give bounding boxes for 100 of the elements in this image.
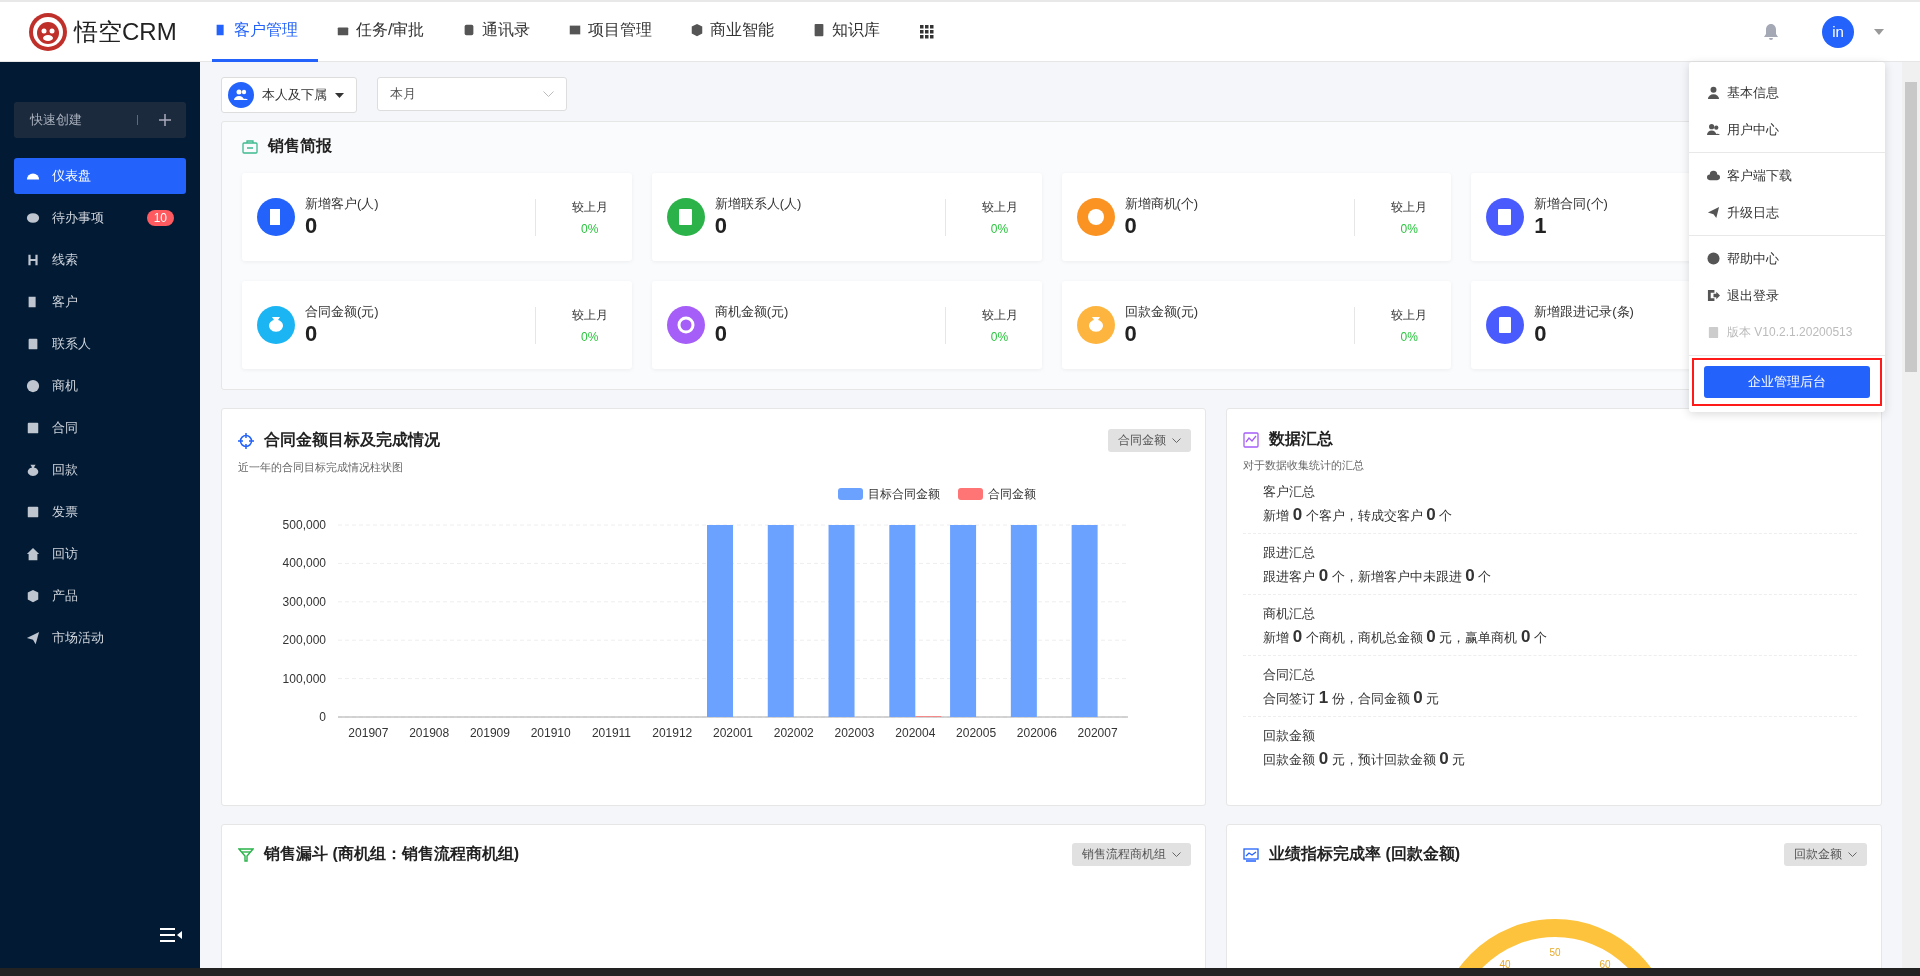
stat-label: 新增联系人(人): [714, 195, 802, 213]
stat-value: 0: [1124, 213, 1137, 239]
stat-label: 新增跟进记录(条): [1534, 303, 1634, 321]
sidebar-item[interactable]: 回款: [14, 452, 186, 488]
x-tick-label: 201909: [469, 726, 510, 740]
logout-icon: [1707, 289, 1720, 302]
stat-value: 0: [714, 213, 727, 239]
logo-text: 悟空CRM: [74, 16, 177, 47]
sidebar-item[interactable]: 商机: [14, 368, 186, 404]
menu-item[interactable]: 退出登录: [1689, 277, 1885, 314]
group-dropdown[interactable]: 销售流程商机组: [1072, 843, 1191, 866]
metric-dropdown[interactable]: 合同金额: [1108, 429, 1191, 452]
legend-swatch[interactable]: [838, 488, 863, 500]
scrollbar[interactable]: [1902, 62, 1920, 968]
money-bag-icon: [26, 463, 40, 477]
nav-tab[interactable]: 客户管理: [212, 1, 318, 62]
stat-value: 0: [1534, 321, 1547, 347]
sidebar-item[interactable]: 客户: [14, 284, 186, 320]
apps-grid-icon[interactable]: [920, 24, 935, 39]
nav-tab[interactable]: 项目管理: [566, 1, 673, 62]
home-icon: [26, 547, 40, 561]
stat-value: 0: [1124, 321, 1137, 347]
compare-value: 0%: [581, 329, 599, 344]
section-title: 数据汇总: [1269, 429, 1333, 449]
chevron-down-icon: [1848, 852, 1857, 857]
sidebar-item[interactable]: 合同: [14, 410, 186, 446]
nav-tab[interactable]: 任务/审批: [334, 1, 445, 62]
chevron-down-icon: [1172, 438, 1181, 443]
section-title: 业绩指标完成率 (回款金额): [1269, 844, 1461, 864]
compare-label: 较上月: [571, 198, 608, 216]
y-tick-label: 100,000: [282, 671, 326, 686]
stat-value: 0: [305, 321, 318, 347]
legend-label: 目标合同金额: [868, 487, 940, 501]
metric-dropdown[interactable]: 回款金额: [1784, 843, 1867, 866]
sidebar-item[interactable]: 仪表盘: [14, 158, 186, 194]
y-tick-label: 200,000: [282, 633, 326, 648]
compare-value: 0%: [990, 221, 1009, 236]
section-title: 销售简报: [268, 136, 332, 156]
quick-create-button[interactable]: 快速创建: [14, 102, 186, 138]
user-avatar[interactable]: in: [1822, 15, 1854, 48]
menu-item[interactable]: 帮助中心: [1689, 240, 1885, 277]
chevron-down-icon: [543, 91, 554, 97]
stat-label: 新增合同(个): [1534, 195, 1608, 213]
section-title: 销售漏斗 (商机组：销售流程商机组): [264, 844, 520, 864]
period-select[interactable]: 本月: [377, 77, 567, 111]
menu-item[interactable]: 用户中心: [1689, 111, 1885, 148]
gauge-label: 60: [1599, 959, 1611, 968]
menu-item[interactable]: 客户端下载: [1689, 157, 1885, 194]
summary-text: 合同签订 1 份，合同金额 0 元: [1263, 688, 1441, 708]
x-tick-label: 201910: [530, 726, 571, 740]
stat-label: 合同金额(元): [305, 303, 379, 321]
nav-tab[interactable]: 知识库: [810, 1, 901, 62]
nav-tab[interactable]: 商业智能: [688, 1, 795, 62]
chart-board-icon: [1243, 847, 1259, 862]
monkey-logo-icon: [28, 11, 68, 52]
compare-label: 较上月: [571, 306, 608, 324]
user-icon: [1707, 86, 1720, 99]
sidebar-item[interactable]: 联系人: [14, 326, 186, 362]
stat-value: 0: [714, 321, 727, 347]
compare-label: 较上月: [981, 306, 1018, 324]
scope-dropdown[interactable]: 本人及下属: [221, 77, 357, 113]
plus-icon[interactable]: [158, 113, 172, 127]
compare-value: 0%: [1400, 329, 1418, 344]
summary-title: 客户汇总: [1263, 483, 1316, 501]
stat-label: 新增客户(人): [305, 195, 379, 213]
nav-tab[interactable]: 通讯录: [460, 1, 551, 62]
y-tick-label: 300,000: [282, 594, 326, 609]
chevron-down-icon: [1172, 852, 1181, 857]
stat-label: 新增商机(个): [1124, 195, 1199, 213]
legend-label: 合同金额: [988, 487, 1036, 501]
x-tick-label: 202005: [956, 726, 997, 740]
sidebar-item[interactable]: 待办事项 10: [14, 200, 186, 236]
bell-icon[interactable]: [1762, 22, 1780, 41]
sidebar-item[interactable]: 回访: [14, 536, 186, 572]
compare-value: 0%: [990, 329, 1009, 344]
summary-text: 回款金额 0 元，预计回款金额 0 元: [1263, 749, 1467, 769]
caret-icon[interactable]: [1874, 28, 1884, 35]
menu-item[interactable]: 升级日志: [1689, 194, 1885, 231]
users-icon: [1707, 123, 1720, 136]
users-icon: [228, 82, 254, 108]
sidebar-item[interactable]: 发票: [14, 494, 186, 530]
sidebar-item[interactable]: 市场活动: [14, 620, 186, 656]
stat-value: 0: [305, 213, 318, 239]
sidebar-item[interactable]: 线索: [14, 242, 186, 278]
stat-value: 1: [1534, 213, 1547, 239]
count-badge: 10: [146, 210, 174, 226]
sidebar-item[interactable]: 产品: [14, 578, 186, 614]
summary-text: 跟进客户 0 个，新增客户中未跟进 0 个: [1263, 566, 1493, 586]
summary-title: 跟进汇总: [1263, 544, 1316, 562]
stat-label: 回款金额(元): [1124, 303, 1199, 321]
admin-console-button[interactable]: 企业管理后台: [1704, 366, 1870, 398]
menu-item[interactable]: 基本信息: [1689, 74, 1885, 111]
y-tick-label: 500,000: [282, 518, 326, 532]
stat-label: 商机金额(元): [714, 303, 789, 321]
paper-plane-icon: [26, 631, 40, 645]
cube-icon: [26, 589, 40, 603]
collapse-menu-icon[interactable]: [160, 928, 182, 942]
legend-swatch[interactable]: [958, 488, 983, 500]
x-tick-label: 202002: [773, 726, 814, 740]
x-tick-label: 202003: [834, 726, 875, 740]
